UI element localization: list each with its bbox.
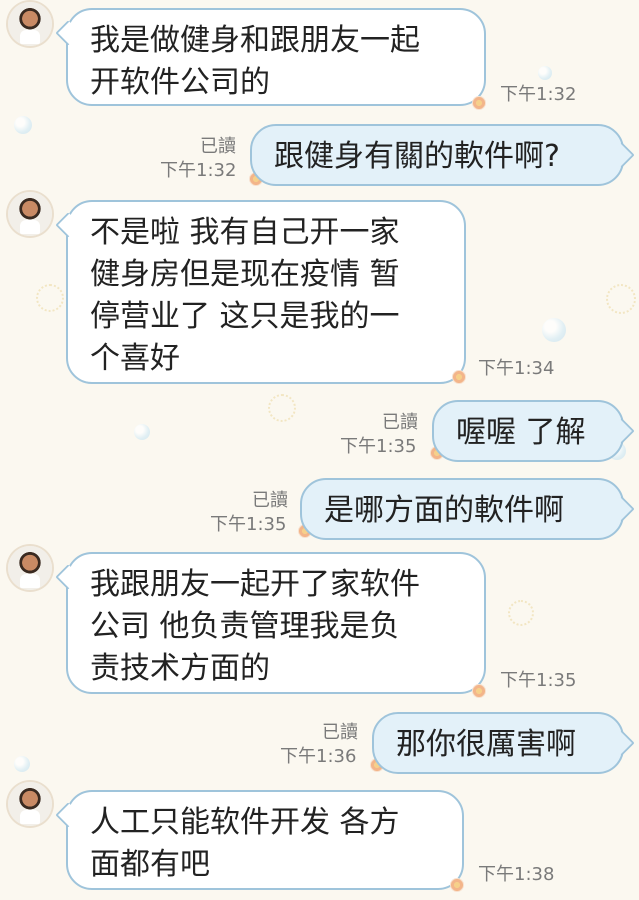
message-time: 下午1:36 (280, 746, 357, 767)
read-receipt: 已讀 (252, 490, 288, 511)
message-time: 下午1:38 (478, 864, 555, 885)
read-receipt: 已讀 (382, 412, 418, 433)
background-ring-decoration (606, 284, 636, 314)
message-time: 下午1:35 (500, 670, 577, 691)
flower-icon (452, 370, 466, 384)
read-receipt: 已讀 (322, 722, 358, 743)
message-bubble-outgoing[interactable]: 喔喔 了解 (432, 400, 624, 462)
message-time: 下午1:35 (340, 436, 417, 457)
avatar[interactable] (8, 2, 52, 46)
message-bubble-outgoing[interactable]: 是哪方面的軟件啊 (300, 478, 624, 540)
message-bubble-incoming[interactable]: 我是做健身和跟朋友一起 开软件公司的 (66, 8, 486, 106)
read-receipt: 已讀 (200, 136, 236, 157)
background-ring-decoration (268, 394, 296, 422)
flower-icon (472, 684, 486, 698)
avatar-icon (20, 810, 40, 824)
avatar[interactable] (8, 782, 52, 826)
message-bubble-incoming[interactable]: 人工只能软件开发 各方 面都有吧 (66, 790, 464, 890)
background-bubble-decoration (134, 424, 150, 440)
background-bubble-decoration (542, 318, 566, 342)
message-time: 下午1:32 (160, 160, 237, 181)
message-bubble-outgoing[interactable]: 那你很厲害啊 (372, 712, 624, 774)
avatar-icon (20, 30, 40, 44)
flower-icon (472, 96, 486, 110)
message-bubble-outgoing[interactable]: 跟健身有關的軟件啊? (250, 124, 624, 186)
message-bubble-incoming[interactable]: 不是啦 我有自己开一家 健身房但是现在疫情 暂 停营业了 这只是我的一 个喜好 (66, 200, 466, 384)
background-ring-decoration (508, 600, 534, 626)
background-bubble-decoration (14, 116, 32, 134)
message-bubble-incoming[interactable]: 我跟朋友一起开了家软件 公司 他负责管理我是负 责技术方面的 (66, 552, 486, 694)
message-time: 下午1:35 (210, 514, 287, 535)
background-bubble-decoration (538, 66, 552, 80)
background-bubble-decoration (14, 756, 30, 772)
avatar[interactable] (8, 192, 52, 236)
message-time: 下午1:34 (478, 358, 555, 379)
avatar-icon (20, 220, 40, 234)
message-time: 下午1:32 (500, 84, 577, 105)
avatar[interactable] (8, 546, 52, 590)
flower-icon (450, 878, 464, 892)
background-ring-decoration (36, 284, 64, 312)
avatar-icon (20, 574, 40, 588)
